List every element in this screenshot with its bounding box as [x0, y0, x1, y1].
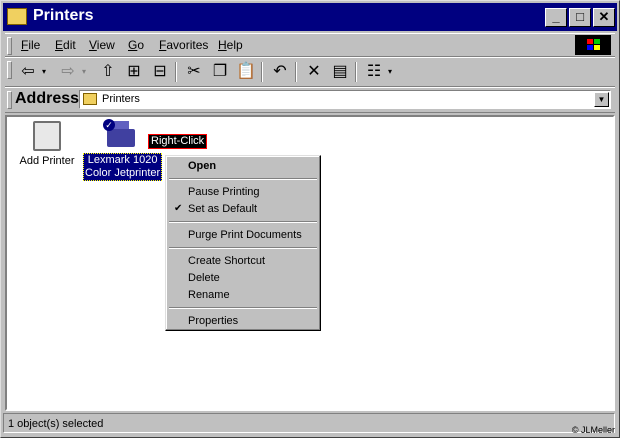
addressbar-grip[interactable]: [7, 91, 12, 109]
folder-icon: [83, 93, 97, 105]
status-text: 1 object(s) selected: [8, 418, 104, 430]
delete-icon[interactable]: ✕: [303, 62, 325, 82]
menu-item-purge-print-documents[interactable]: Purge Print Documents: [188, 229, 302, 241]
menubar-grip[interactable]: [7, 37, 12, 55]
menu-go[interactable]: Go: [128, 38, 144, 52]
properties-icon[interactable]: ▤: [329, 62, 351, 82]
close-button[interactable]: ✕: [593, 8, 615, 27]
printers-window: Printers _ □ ✕ File Edit View Go Favorit…: [0, 0, 620, 438]
address-dropdown-icon[interactable]: ▼: [594, 92, 609, 107]
window-title: Printers: [33, 7, 94, 24]
menu-separator: [169, 307, 317, 309]
views-dropdown-icon[interactable]: ▾: [385, 62, 395, 82]
menu-item-rename[interactable]: Rename: [188, 289, 230, 301]
windows-logo-icon: [575, 35, 611, 55]
views-icon[interactable]: ☷: [363, 62, 385, 82]
status-panel: 1 object(s) selected: [3, 413, 615, 433]
add-printer-icon: [33, 121, 61, 151]
menu-separator: [169, 221, 317, 223]
forward-dropdown-icon[interactable]: ▾: [79, 62, 89, 82]
toolbar-separator: [261, 62, 263, 82]
add-printer-label: Add Printer: [19, 155, 75, 167]
cut-icon[interactable]: ✂: [183, 62, 205, 82]
minimize-button[interactable]: _: [545, 8, 567, 27]
menu-help[interactable]: Help: [218, 38, 243, 52]
toolbar-grip[interactable]: [7, 61, 12, 79]
address-value: Printers: [102, 93, 140, 105]
context-menu: Open Pause Printing ✔ Set as Default Pur…: [165, 155, 321, 331]
address-field[interactable]: Printers ▼: [79, 90, 611, 109]
printer-icon: ✓: [103, 119, 139, 151]
up-folder-icon[interactable]: ⇧: [97, 62, 119, 82]
lexmark-printer-item[interactable]: ✓ Lexmark 1020 Color Jetprinter: [83, 119, 163, 181]
folder-view[interactable]: Add Printer ✓ Lexmark 1020 Color Jetprint…: [5, 115, 615, 411]
label-line-2: Color Jetprinter: [85, 167, 161, 179]
address-label: Address: [15, 90, 80, 107]
lexmark-printer-label: Lexmark 1020 Color Jetprinter: [83, 153, 163, 181]
menu-view[interactable]: View: [89, 38, 115, 52]
menu-favorites[interactable]: Favorites: [159, 38, 208, 52]
forward-arrow-icon[interactable]: ⇨: [57, 62, 79, 82]
back-arrow-icon[interactable]: ⇦: [17, 62, 39, 82]
menu-edit[interactable]: Edit: [55, 38, 76, 52]
label-line-1: Lexmark 1020: [87, 154, 158, 166]
address-bar: Address Printers ▼: [5, 87, 615, 113]
menu-item-create-shortcut[interactable]: Create Shortcut: [188, 255, 265, 267]
right-click-callout: Right-Click: [148, 134, 208, 149]
toolbar-separator: [295, 62, 297, 82]
disconnect-drive-icon[interactable]: ⊟: [149, 62, 171, 82]
menu-file[interactable]: File: [21, 38, 40, 52]
folder-icon: [7, 8, 27, 25]
add-printer-item[interactable]: Add Printer: [15, 121, 79, 167]
back-dropdown-icon[interactable]: ▾: [39, 62, 49, 82]
undo-icon[interactable]: ↶: [269, 62, 291, 82]
menu-item-open[interactable]: Open: [188, 160, 216, 172]
status-bar: 1 object(s) selected © JLMeller: [3, 413, 617, 435]
toolbar-separator: [355, 62, 357, 82]
maximize-button[interactable]: □: [569, 8, 591, 27]
copy-icon[interactable]: ❐: [209, 62, 231, 82]
map-drive-icon[interactable]: ⊞: [123, 62, 145, 82]
menu-item-pause-printing[interactable]: Pause Printing: [188, 186, 260, 198]
default-check-icon: ✓: [103, 119, 115, 131]
copyright-text: © JLMeller: [571, 425, 615, 435]
toolbar-separator: [175, 62, 177, 82]
menu-separator: [169, 247, 317, 249]
toolbar: ⇦ ▾ ⇨ ▾ ⇧ ⊞ ⊟ ✂ ❐ 📋 ↶ ✕ ▤ ☷ ▾: [5, 57, 615, 87]
menu-item-delete[interactable]: Delete: [188, 272, 220, 284]
menu-item-set-as-default[interactable]: Set as Default: [188, 203, 257, 215]
menu-separator: [169, 178, 317, 180]
paste-icon[interactable]: 📋: [235, 62, 257, 82]
menu-item-properties[interactable]: Properties: [188, 315, 238, 327]
title-bar[interactable]: Printers _ □ ✕: [3, 3, 617, 31]
menu-bar: File Edit View Go Favorites Help: [5, 33, 615, 57]
checkmark-icon: ✔: [174, 203, 183, 214]
